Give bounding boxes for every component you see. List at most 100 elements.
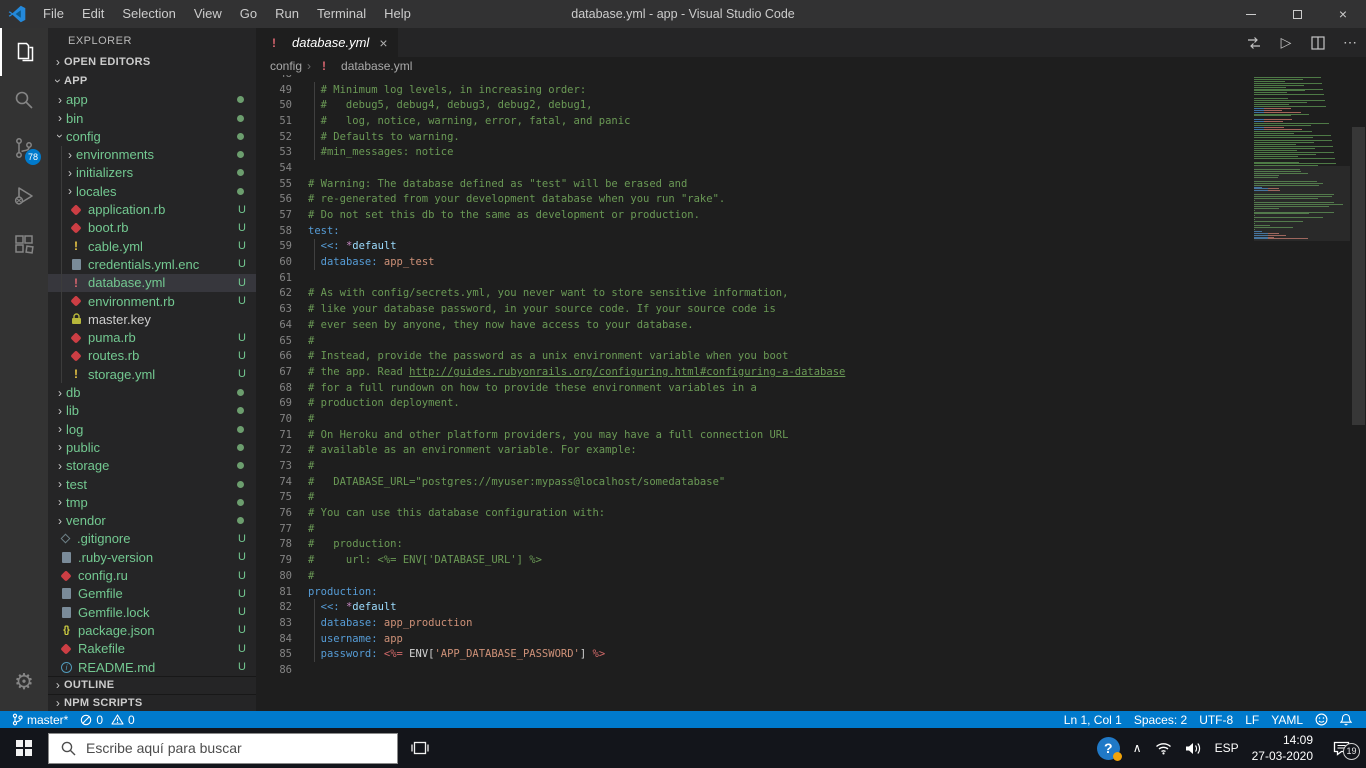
tree-item--ruby-version[interactable]: .ruby-version U bbox=[48, 548, 256, 566]
tree-item-puma-rb[interactable]: puma.rb U bbox=[48, 328, 256, 348]
tree-item-app[interactable]: › app bbox=[48, 91, 256, 109]
indentation[interactable]: Spaces: 2 bbox=[1128, 711, 1193, 728]
search-placeholder: Escribe aquí para buscar bbox=[86, 740, 242, 756]
tree-item-readme-md[interactable]: i README.md U bbox=[48, 658, 256, 676]
problems-item[interactable]: 0 0 bbox=[74, 711, 140, 728]
feedback-smiley-icon[interactable] bbox=[1309, 711, 1334, 728]
git-branch-item[interactable]: master* bbox=[6, 711, 74, 728]
tree-item-application-rb[interactable]: application.rb U bbox=[48, 200, 256, 220]
code-line: 74 # DATABASE_URL="postgres://myuser:mypa… bbox=[256, 474, 1366, 490]
tree-item-package-json[interactable]: {} package.json U bbox=[48, 621, 256, 639]
line-text: <<: *default bbox=[320, 601, 397, 614]
code-line: 49 # Minimum log levels, in increasing o… bbox=[256, 81, 1366, 98]
tree-item-label: locales bbox=[76, 183, 117, 199]
tree-item-bin[interactable]: › bin bbox=[48, 109, 256, 127]
tree-item-routes-rb[interactable]: routes.rb U bbox=[48, 346, 256, 366]
menu-edit[interactable]: Edit bbox=[73, 6, 113, 21]
help-icon[interactable]: ? bbox=[1096, 736, 1122, 761]
code-line: 61 bbox=[256, 270, 1366, 286]
tree-item-label: vendor bbox=[66, 513, 106, 529]
line-number: 70 bbox=[279, 412, 292, 425]
tray-chevron-up-icon[interactable]: ∧ bbox=[1133, 741, 1142, 755]
cursor-position[interactable]: Ln 1, Col 1 bbox=[1058, 711, 1128, 728]
tree-item-initializers[interactable]: › initializers bbox=[48, 163, 256, 183]
run-debug-icon[interactable] bbox=[0, 172, 48, 220]
tree-item-db[interactable]: › db bbox=[48, 383, 256, 401]
start-button[interactable] bbox=[0, 728, 48, 768]
code-editor[interactable]: 4849 # Minimum log levels, in increasing… bbox=[256, 75, 1366, 711]
task-view-icon[interactable] bbox=[398, 728, 442, 768]
extensions-icon[interactable] bbox=[0, 220, 48, 268]
eol-sequence[interactable]: LF bbox=[1239, 711, 1265, 728]
tree-item-config-ru[interactable]: config.ru U bbox=[48, 566, 256, 584]
settings-gear-icon[interactable]: ⚙ bbox=[0, 661, 48, 703]
chevron-right-icon: › bbox=[58, 477, 62, 492]
tree-item-locales[interactable]: › locales bbox=[48, 182, 256, 201]
tab-database-yml[interactable]: ! database.yml × bbox=[256, 28, 398, 57]
tree-item-log[interactable]: › log bbox=[48, 420, 256, 438]
tree-item-cable-yml[interactable]: ! cable.yml U bbox=[48, 237, 256, 256]
clock[interactable]: 14:09 27-03-2020 bbox=[1252, 732, 1313, 764]
tree-item-tmp[interactable]: › tmp bbox=[48, 493, 256, 511]
tree-item-rakefile[interactable]: Rakefile U bbox=[48, 640, 256, 658]
menu-terminal[interactable]: Terminal bbox=[308, 6, 375, 21]
tree-item--gitignore[interactable]: .gitignore U bbox=[48, 530, 256, 548]
tree-item-config[interactable]: › config bbox=[48, 127, 256, 145]
more-actions-icon[interactable]: ⋯ bbox=[1340, 33, 1360, 53]
maximize-button[interactable] bbox=[1274, 0, 1320, 28]
open-changes-icon[interactable] bbox=[1244, 33, 1264, 53]
menu-file[interactable]: File bbox=[34, 6, 73, 21]
tree-item-credentials-yml-enc[interactable]: credentials.yml.enc U bbox=[48, 255, 256, 274]
tree-item-gemfile-lock[interactable]: Gemfile.lock U bbox=[48, 603, 256, 621]
source-control-icon[interactable]: 78 bbox=[0, 124, 48, 172]
outline-section[interactable]: › OUTLINE bbox=[48, 676, 256, 693]
line-text: # for a full rundown on how to provide t… bbox=[308, 381, 757, 394]
taskbar-search-input[interactable]: Escribe aquí para buscar bbox=[48, 732, 398, 764]
tree-item-label: bin bbox=[66, 110, 84, 126]
run-icon[interactable]: ▷ bbox=[1276, 33, 1296, 53]
minimap-viewport[interactable] bbox=[1254, 166, 1350, 241]
search-icon[interactable] bbox=[0, 76, 48, 124]
line-text: # available as an environment variable. … bbox=[308, 444, 637, 457]
tree-item-boot-rb[interactable]: boot.rb U bbox=[48, 218, 256, 238]
tab-close-icon[interactable]: × bbox=[379, 35, 387, 51]
line-number: 73 bbox=[279, 460, 292, 473]
encoding[interactable]: UTF-8 bbox=[1193, 711, 1239, 728]
volume-icon[interactable] bbox=[1185, 742, 1202, 755]
wifi-icon[interactable] bbox=[1155, 742, 1172, 755]
menu-help[interactable]: Help bbox=[375, 6, 420, 21]
tree-item-storage[interactable]: › storage bbox=[48, 457, 256, 475]
close-button[interactable]: × bbox=[1320, 0, 1366, 28]
tree-item-lib[interactable]: › lib bbox=[48, 402, 256, 420]
vertical-scrollbar[interactable] bbox=[1352, 127, 1365, 425]
split-editor-icon[interactable] bbox=[1308, 33, 1328, 53]
tree-item-master-key[interactable]: master.key bbox=[48, 310, 256, 329]
line-number: 76 bbox=[279, 507, 292, 520]
menu-view[interactable]: View bbox=[185, 6, 231, 21]
menu-selection[interactable]: Selection bbox=[113, 6, 184, 21]
menu-run[interactable]: Run bbox=[266, 6, 308, 21]
action-center-icon[interactable]: 19 bbox=[1326, 741, 1360, 760]
notifications-bell-icon[interactable] bbox=[1334, 711, 1358, 728]
breadcrumb-folder[interactable]: config bbox=[270, 59, 302, 73]
tree-item-environment-rb[interactable]: environment.rb U bbox=[48, 291, 256, 311]
minimize-button[interactable] bbox=[1228, 0, 1274, 28]
npm-scripts-section[interactable]: › NPM SCRIPTS bbox=[48, 693, 256, 711]
tree-item-vendor[interactable]: › vendor bbox=[48, 511, 256, 529]
keyboard-language[interactable]: ESP bbox=[1215, 741, 1239, 755]
tree-item-public[interactable]: › public bbox=[48, 438, 256, 456]
tree-item-environments[interactable]: › environments bbox=[48, 145, 256, 165]
tree-item-label: boot.rb bbox=[88, 220, 129, 236]
explorer-icon[interactable] bbox=[0, 28, 48, 76]
tree-item-label: .gitignore bbox=[77, 531, 131, 547]
breadcrumb-file[interactable]: database.yml bbox=[341, 59, 412, 73]
line-number: 64 bbox=[279, 318, 292, 331]
project-section[interactable]: › APP bbox=[48, 71, 256, 90]
language-mode[interactable]: YAML bbox=[1265, 711, 1309, 728]
open-editors-section[interactable]: › OPEN EDITORS bbox=[48, 52, 256, 71]
tree-item-storage-yml[interactable]: ! storage.yml U bbox=[48, 365, 256, 384]
tree-item-gemfile[interactable]: Gemfile U bbox=[48, 585, 256, 603]
tree-item-test[interactable]: › test bbox=[48, 475, 256, 493]
menu-go[interactable]: Go bbox=[231, 6, 266, 21]
tree-item-database-yml[interactable]: ! database.yml U bbox=[48, 273, 256, 293]
